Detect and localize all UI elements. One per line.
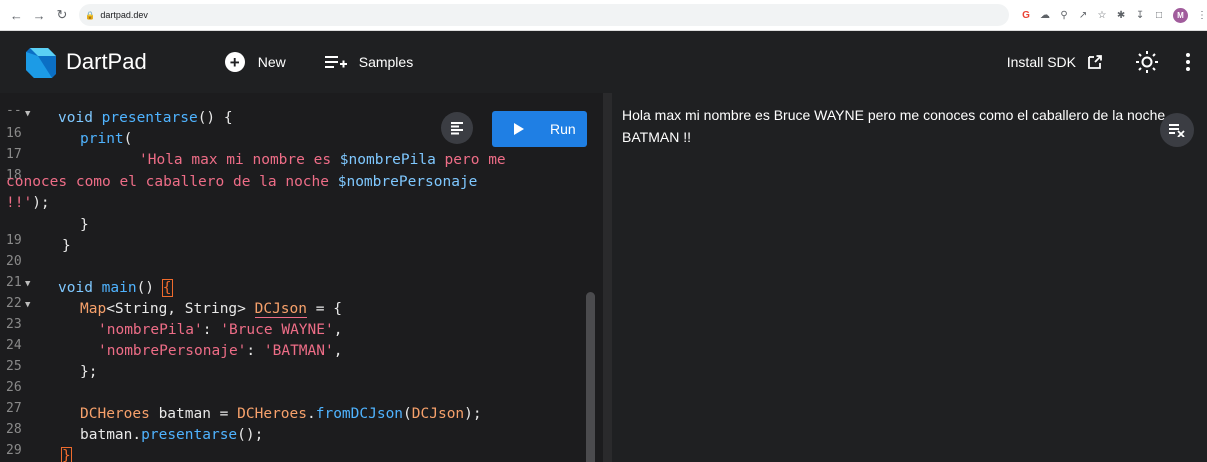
back-icon[interactable]: ← xyxy=(7,5,26,25)
code-line: 21 xyxy=(6,275,22,290)
code-line: 16 ▼ void presentarse() { xyxy=(6,109,233,141)
app-header: DartPad + New Samples Install SDK xyxy=(0,31,1207,93)
console-output: Hola max mi nombre es Bruce WAYNE pero m… xyxy=(622,107,1166,145)
google-icon[interactable]: G xyxy=(1021,10,1031,21)
code-line: 28 DCHeroes batman = DCHeroes.fromDCJson… xyxy=(6,406,482,437)
code-line: 23 ▼ Map<String, String> DCJson = { xyxy=(6,300,342,332)
code-line: 17 print( xyxy=(6,131,133,162)
lock-icon: 🔒 xyxy=(85,10,96,20)
code-editor[interactable]: -- 16 ▼ void presentarse() { 17 print( 1… xyxy=(0,93,603,462)
avatar[interactable]: M xyxy=(1173,7,1189,23)
clear-console-icon xyxy=(1169,124,1185,137)
extension-icons: G ☁ ⚲ ↗ ☆ ✱ ↧ □ M ⋮ xyxy=(1021,7,1207,23)
browser-menu-icon[interactable]: ⋮ xyxy=(1197,10,1207,21)
code-line: 20 } xyxy=(6,238,71,269)
new-label: New xyxy=(257,54,286,70)
code-line: conoces como el caballero de la noche $n… xyxy=(6,174,478,190)
new-button[interactable]: + New xyxy=(224,52,286,72)
app-title: DartPad xyxy=(66,49,147,74)
browser-toolbar: ← → ↻ 🔒 dartpad.dev G ☁ ⚲ ↗ ☆ ✱ ↧ □ M ⋮ xyxy=(0,0,1207,31)
fold-arrow-icon[interactable]: ▼ xyxy=(25,109,30,119)
pane-divider[interactable] xyxy=(603,93,612,462)
run-label: Run xyxy=(550,121,576,137)
samples-icon xyxy=(324,56,347,68)
url-text: dartpad.dev xyxy=(100,10,148,20)
extensions-puzzle-icon[interactable]: ✱ xyxy=(1116,10,1126,21)
samples-label: Samples xyxy=(358,54,414,70)
run-button[interactable]: Run xyxy=(492,111,587,147)
fold-arrow-icon[interactable]: ▼ xyxy=(25,279,30,289)
code-line: 26 }; xyxy=(6,364,98,395)
format-button[interactable] xyxy=(441,112,473,144)
bookmark-star-icon[interactable]: ☆ xyxy=(1097,10,1107,21)
external-link-icon xyxy=(1088,55,1102,69)
plus-icon: + xyxy=(224,52,245,72)
code-line: !!'); xyxy=(6,195,50,211)
install-sdk-button[interactable]: Install SDK xyxy=(1007,54,1102,70)
code-line: 25 'nombrePersonaje': 'BATMAN', xyxy=(6,343,343,374)
dart-logo-icon xyxy=(26,48,56,78)
window-icon[interactable]: □ xyxy=(1154,10,1164,21)
code-line: -- xyxy=(6,103,22,118)
samples-button[interactable]: Samples xyxy=(324,54,414,70)
download-icon[interactable]: ↧ xyxy=(1135,10,1145,21)
share-icon[interactable]: ↗ xyxy=(1078,10,1088,21)
more-vert-icon[interactable] xyxy=(1185,53,1191,71)
code-line: 24 'nombrePila': 'Bruce WAYNE', xyxy=(6,322,343,353)
zoom-icon[interactable]: ⚲ xyxy=(1059,10,1069,21)
theme-icon[interactable] xyxy=(1135,50,1159,74)
format-icon xyxy=(451,122,463,135)
code-line: 18 'Hola max mi nombre es $nombrePila pe… xyxy=(6,152,506,183)
address-bar[interactable]: 🔒 dartpad.dev xyxy=(79,4,1010,26)
code-line: 27 xyxy=(6,401,22,416)
editor-scrollbar[interactable] xyxy=(586,292,595,462)
clear-console-button[interactable] xyxy=(1160,113,1194,147)
play-icon xyxy=(514,123,524,135)
fold-arrow-icon[interactable]: ▼ xyxy=(25,300,30,310)
translate-icon[interactable]: ☁ xyxy=(1040,10,1050,21)
code-line: 22 ▼ void main() { xyxy=(6,279,173,311)
code-line: 29 batman.presentarse(); xyxy=(6,427,264,458)
output-console: Hola max mi nombre es Bruce WAYNE pero m… xyxy=(612,93,1207,462)
reload-icon[interactable]: ↻ xyxy=(53,5,72,25)
install-sdk-label: Install SDK xyxy=(1006,54,1076,70)
code-line: 19 } xyxy=(6,217,89,248)
code-line: 30 } xyxy=(61,447,72,462)
forward-icon[interactable]: → xyxy=(30,5,49,25)
